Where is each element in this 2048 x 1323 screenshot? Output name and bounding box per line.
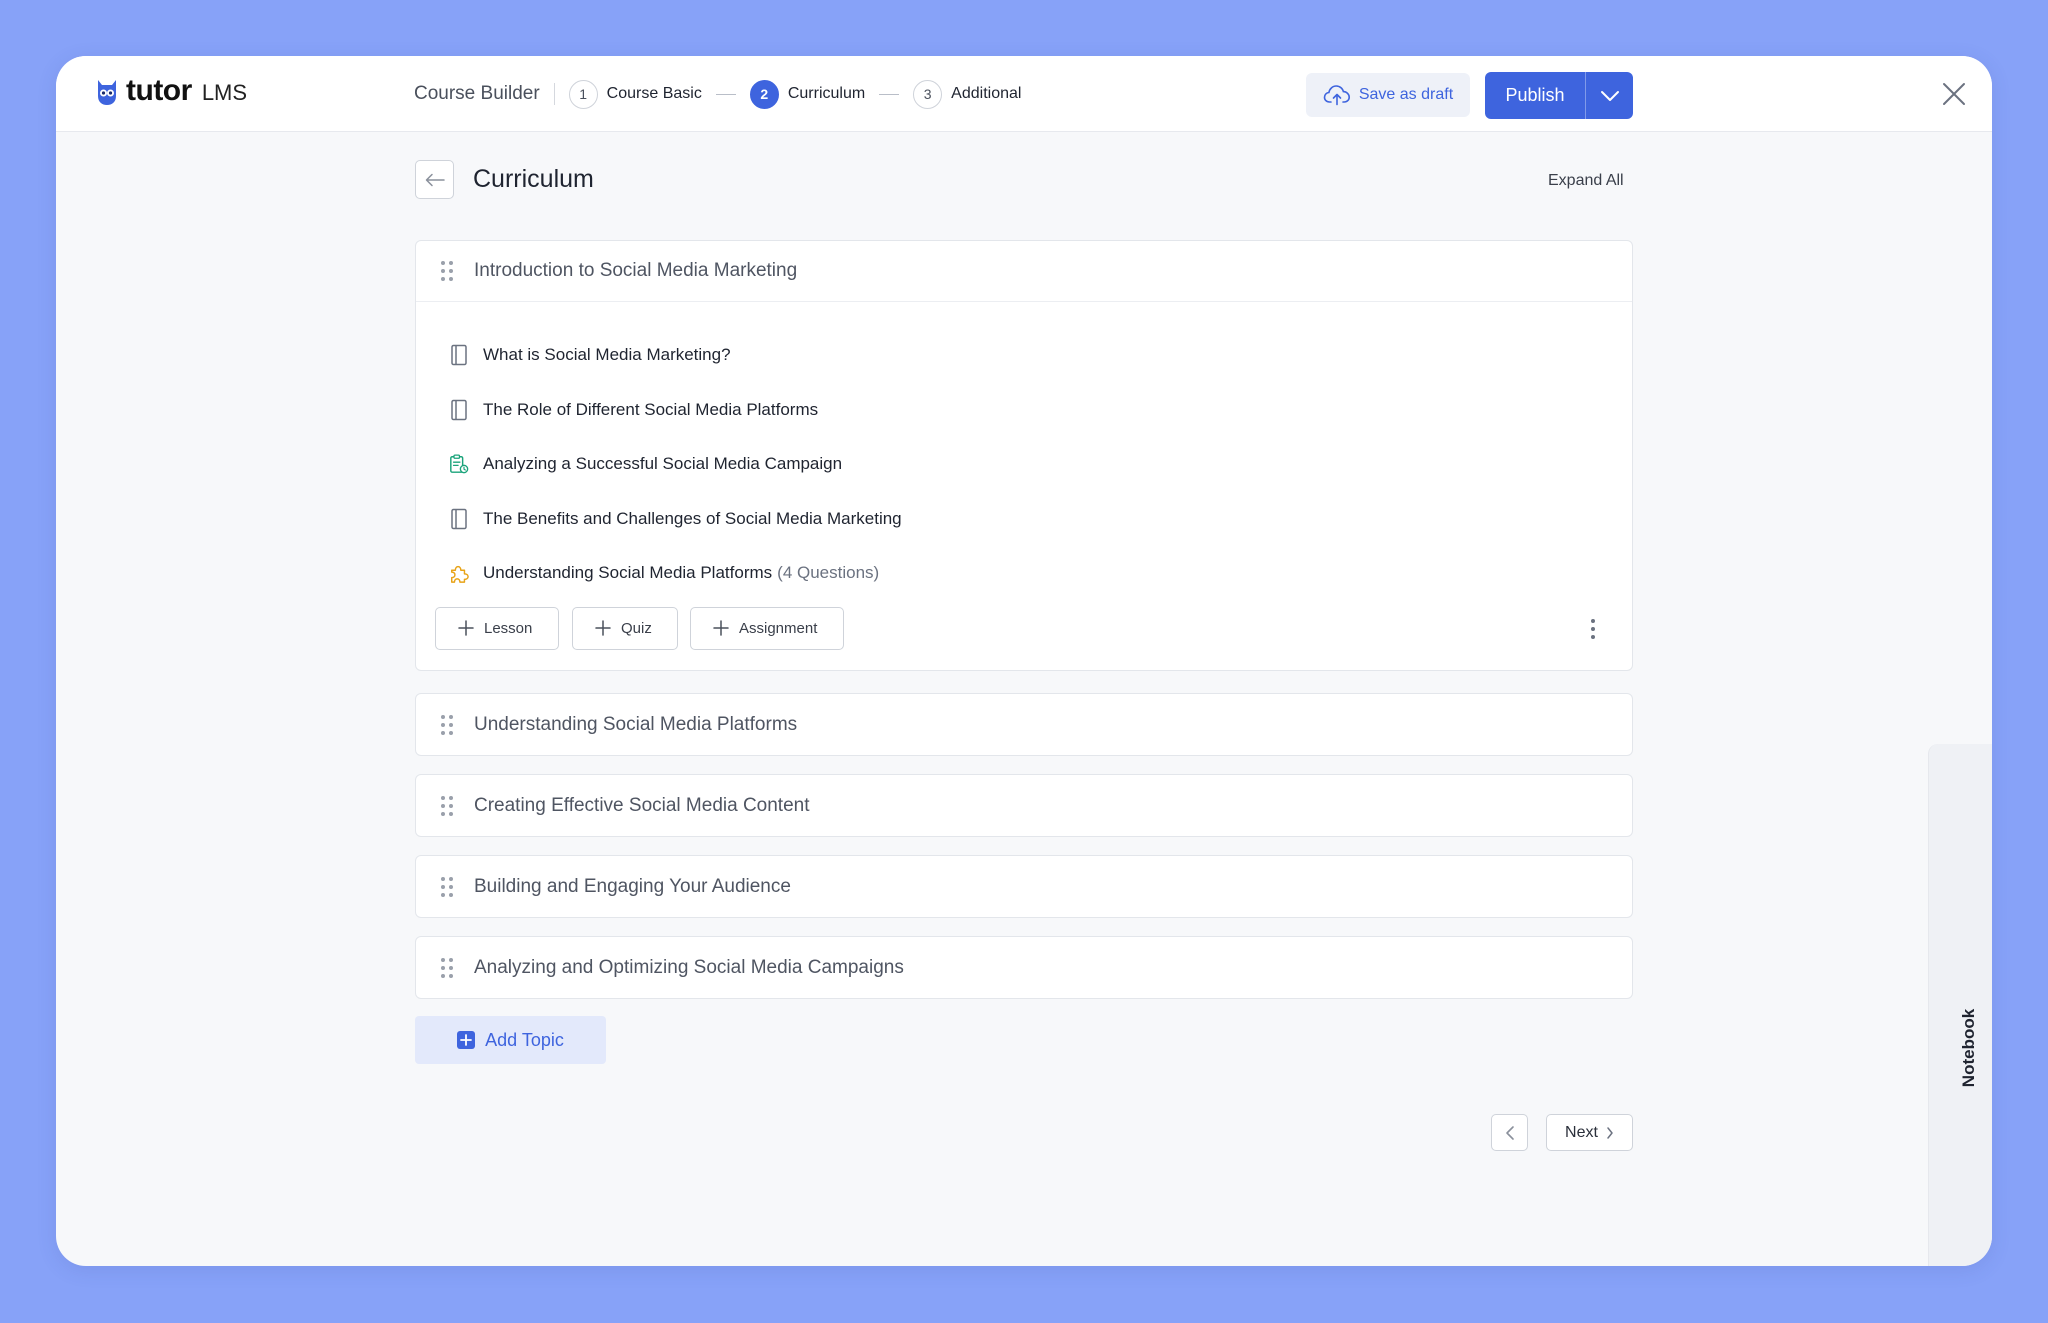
- add-assignment-label: Assignment: [739, 619, 818, 637]
- step-label: Additional: [951, 85, 1022, 102]
- lesson-icon: [451, 508, 467, 529]
- topic-title: Understanding Social Media Platforms: [474, 713, 798, 735]
- quiz-icon: [449, 562, 469, 584]
- step-number: 3: [913, 79, 943, 109]
- content-item-title: Understanding Social Media Platforms: [483, 563, 773, 583]
- topic-header[interactable]: Creating Effective Social Media Content: [416, 775, 1632, 836]
- save-as-draft-button[interactable]: Save as draft: [1306, 73, 1470, 117]
- drag-handle-icon[interactable]: [440, 795, 454, 817]
- content-item-lesson[interactable]: What is Social Media Marketing?: [416, 328, 1632, 383]
- lesson-icon: [449, 344, 469, 366]
- arrow-left-icon: [425, 173, 445, 186]
- topic-content-list: What is Social Media Marketing? The Role…: [416, 302, 1632, 601]
- expand-all-button[interactable]: Expand All: [1548, 172, 1624, 190]
- topic-card: Analyzing and Optimizing Social Media Ca…: [415, 936, 1633, 999]
- content-item-assignment[interactable]: Analyzing a Successful Social Media Camp…: [416, 437, 1632, 492]
- assignment-icon: [450, 454, 469, 474]
- course-builder-steps: Course Builder 1 Course Basic 2 Curricul…: [414, 78, 1021, 110]
- add-topic-button[interactable]: Add Topic: [415, 1016, 606, 1064]
- add-topic-label: Add Topic: [485, 1029, 564, 1050]
- publish-button-group: Publish: [1485, 72, 1633, 119]
- step-connector: [715, 93, 736, 95]
- plus-icon: [595, 620, 611, 636]
- quiz-icon: [451, 566, 469, 584]
- topic-title: Creating Effective Social Media Content: [474, 794, 810, 816]
- add-content-row: Lesson Quiz Assignment: [416, 601, 1632, 683]
- step-number: 1: [568, 79, 598, 109]
- step-label: Curriculum: [787, 85, 866, 102]
- add-quiz-label: Quiz: [621, 619, 652, 637]
- step-curriculum[interactable]: 2 Curriculum: [749, 79, 866, 109]
- drag-handle-icon[interactable]: [440, 260, 454, 282]
- add-assignment-button[interactable]: Assignment: [690, 606, 844, 650]
- topic-card: Creating Effective Social Media Content: [415, 774, 1633, 837]
- logo-word: tutor: [126, 74, 192, 107]
- topic-title: Analyzing and Optimizing Social Media Ca…: [474, 956, 904, 978]
- plus-icon: [713, 620, 729, 636]
- drag-handle-icon[interactable]: [440, 957, 454, 979]
- chevron-right-icon: [1607, 1126, 1613, 1139]
- chevron-down-icon: [1600, 90, 1619, 101]
- cloud-upload-icon: [1323, 85, 1350, 106]
- assignment-icon: [449, 453, 469, 475]
- logo-suffix: LMS: [201, 80, 248, 105]
- topic-card: Understanding Social Media Platforms: [415, 693, 1633, 756]
- content-item-lesson[interactable]: The Benefits and Challenges of Social Me…: [416, 492, 1632, 547]
- topic-card: Introduction to Social Media Marketing W…: [415, 240, 1633, 671]
- content-item-title: What is Social Media Marketing?: [483, 345, 731, 365]
- chevron-left-icon: [1505, 1125, 1514, 1140]
- content-item-quiz[interactable]: Understanding Social Media Platforms (4 …: [416, 546, 1632, 601]
- topic-header[interactable]: Building and Engaging Your Audience: [416, 856, 1632, 917]
- content-item-title: The Benefits and Challenges of Social Me…: [483, 508, 902, 528]
- top-bar: tutor LMS Course Builder 1 Course Basic …: [56, 56, 1992, 132]
- tutor-lms-logo[interactable]: tutor LMS: [94, 74, 247, 108]
- owl-logo-icon: [98, 80, 116, 105]
- content-item-lesson[interactable]: The Role of Different Social Media Platf…: [416, 383, 1632, 438]
- topic-card: Building and Engaging Your Audience: [415, 855, 1633, 918]
- topic-title: Introduction to Social Media Marketing: [474, 260, 798, 281]
- notebook-label: Notebook: [1959, 1008, 1978, 1088]
- notebook-panel-tab[interactable]: Notebook: [1928, 744, 1992, 1266]
- lesson-icon: [449, 399, 469, 421]
- close-icon: [1943, 83, 1965, 105]
- page-title: Curriculum: [473, 165, 594, 193]
- publish-options-button[interactable]: [1585, 72, 1633, 119]
- drag-handle-icon[interactable]: [440, 876, 454, 898]
- lesson-icon: [451, 399, 467, 420]
- topic-header[interactable]: Understanding Social Media Platforms: [416, 694, 1632, 755]
- step-connector: [879, 93, 900, 95]
- add-lesson-button[interactable]: Lesson: [435, 606, 559, 650]
- content-item-title: The Role of Different Social Media Platf…: [483, 399, 819, 419]
- lesson-icon: [449, 508, 469, 530]
- course-builder-window: tutor LMS Course Builder 1 Course Basic …: [56, 56, 1992, 1266]
- previous-button[interactable]: [1491, 1114, 1528, 1151]
- more-options-icon[interactable]: [1589, 617, 1597, 641]
- add-lesson-label: Lesson: [484, 619, 533, 637]
- next-label: Next: [1565, 1123, 1598, 1141]
- save-as-draft-label: Save as draft: [1358, 86, 1454, 103]
- add-quiz-button[interactable]: Quiz: [572, 606, 678, 650]
- step-additional[interactable]: 3 Additional: [913, 79, 1022, 109]
- topic-header[interactable]: Introduction to Social Media Marketing: [416, 241, 1632, 302]
- content-item-title: Analyzing a Successful Social Media Camp…: [483, 454, 843, 474]
- publish-button[interactable]: Publish: [1485, 72, 1585, 119]
- close-button[interactable]: [1940, 80, 1968, 108]
- step-label: Course Basic: [606, 85, 702, 102]
- topic-title: Building and Engaging Your Audience: [474, 875, 791, 897]
- plus-square-icon: [457, 1031, 476, 1049]
- back-button[interactable]: [415, 160, 454, 199]
- course-builder-label: Course Builder: [414, 83, 540, 104]
- lesson-icon: [451, 345, 467, 366]
- drag-handle-icon[interactable]: [440, 714, 454, 736]
- question-count: (4 Questions): [777, 563, 880, 583]
- step-number: 2: [749, 79, 779, 109]
- step-course-basic[interactable]: 1 Course Basic: [568, 79, 702, 109]
- next-button[interactable]: Next: [1546, 1114, 1633, 1151]
- divider: [553, 83, 555, 105]
- plus-icon: [458, 620, 474, 636]
- topic-header[interactable]: Analyzing and Optimizing Social Media Ca…: [416, 937, 1632, 998]
